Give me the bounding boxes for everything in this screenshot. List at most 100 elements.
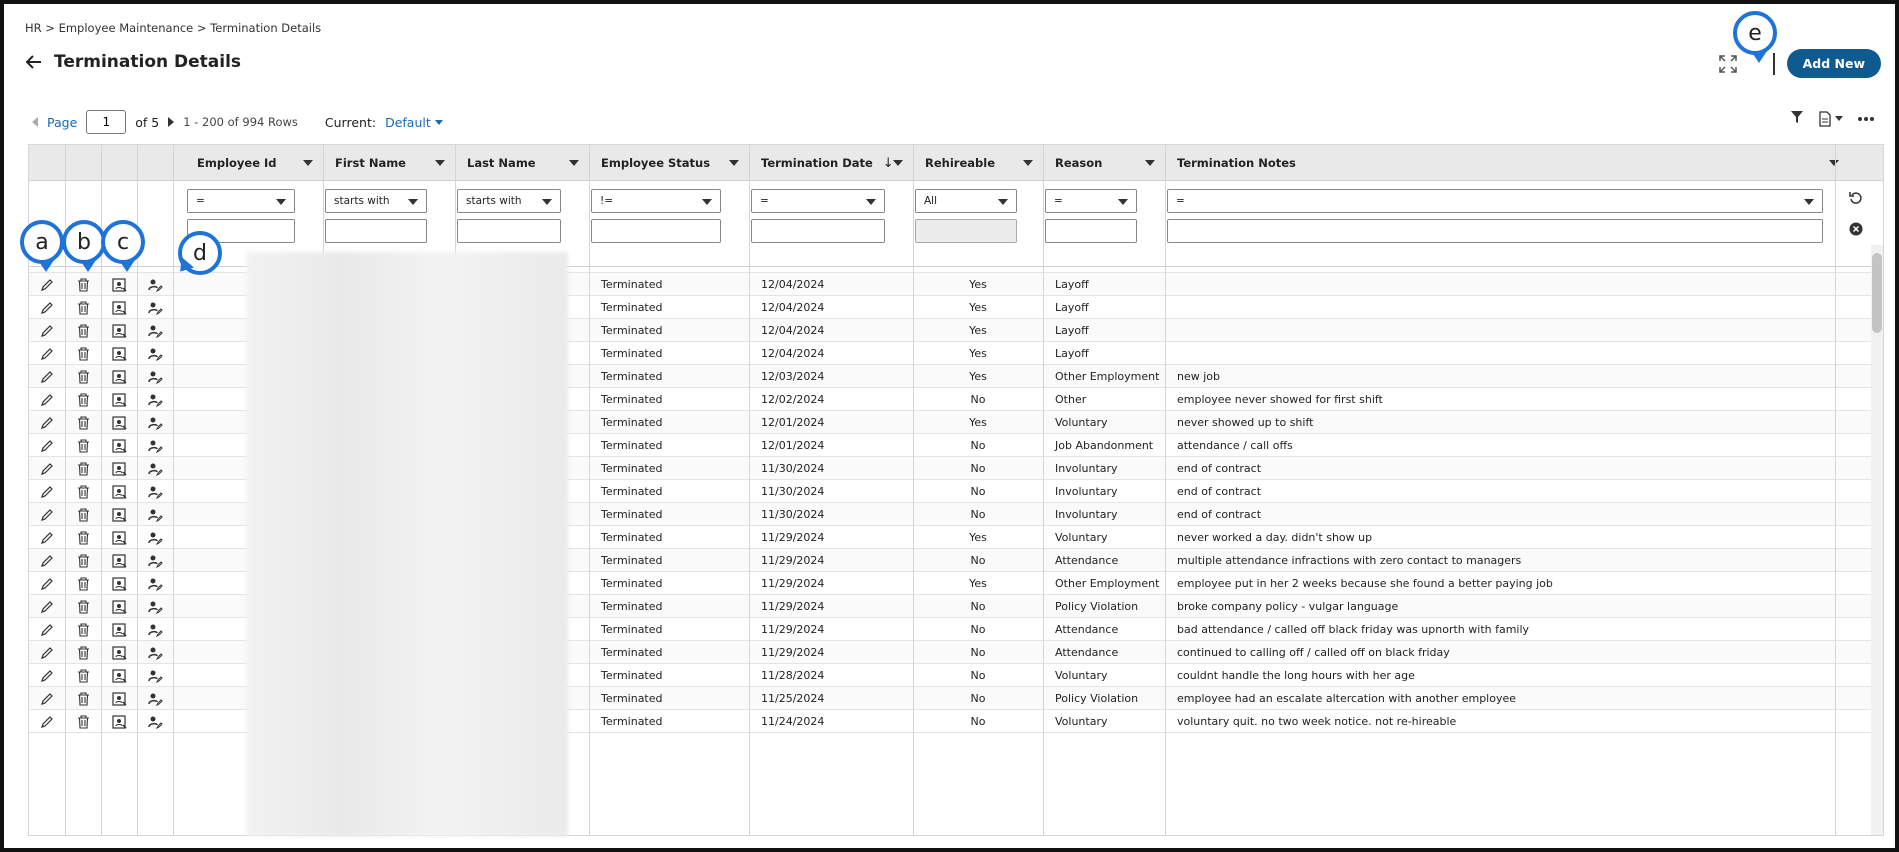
expand-icon[interactable]	[1717, 53, 1739, 75]
view-details-icon[interactable]	[101, 503, 137, 526]
view-details-icon[interactable]	[101, 572, 137, 595]
column-menu-icon[interactable]	[893, 160, 903, 166]
delete-icon[interactable]	[65, 319, 101, 342]
view-details-icon[interactable]	[101, 710, 137, 733]
delete-icon[interactable]	[65, 457, 101, 480]
edit-employee-icon[interactable]	[137, 388, 173, 411]
edit-icon[interactable]	[29, 388, 65, 411]
column-menu-icon[interactable]	[569, 160, 579, 166]
filter-employee-status-input[interactable]	[591, 219, 721, 243]
view-details-icon[interactable]	[101, 365, 137, 388]
filter-employee-id-op[interactable]: =	[187, 189, 295, 213]
edit-employee-icon[interactable]	[137, 273, 173, 296]
view-details-icon[interactable]	[101, 296, 137, 319]
view-details-icon[interactable]	[101, 273, 137, 296]
edit-icon[interactable]	[29, 526, 65, 549]
edit-icon[interactable]	[29, 618, 65, 641]
view-details-icon[interactable]	[101, 457, 137, 480]
col-last-name[interactable]: Last Name	[455, 145, 589, 181]
filter-termination-date-input[interactable]	[751, 219, 885, 243]
view-details-icon[interactable]	[101, 618, 137, 641]
edit-employee-icon[interactable]	[137, 434, 173, 457]
filter-last-name-input[interactable]	[457, 219, 561, 243]
filter-reason-input[interactable]	[1045, 219, 1137, 243]
delete-icon[interactable]	[65, 526, 101, 549]
edit-employee-icon[interactable]	[137, 457, 173, 480]
col-employee-status[interactable]: Employee Status	[589, 145, 749, 181]
column-menu-icon[interactable]	[729, 160, 739, 166]
edit-icon[interactable]	[29, 342, 65, 365]
edit-icon[interactable]	[29, 549, 65, 572]
view-details-icon[interactable]	[101, 411, 137, 434]
reset-filters-icon[interactable]	[1849, 191, 1863, 208]
edit-employee-icon[interactable]	[137, 526, 173, 549]
view-details-icon[interactable]	[101, 526, 137, 549]
edit-icon[interactable]	[29, 710, 65, 733]
edit-employee-icon[interactable]	[137, 503, 173, 526]
page-number-input[interactable]	[86, 110, 127, 134]
edit-employee-icon[interactable]	[137, 595, 173, 618]
clear-filters-icon[interactable]	[1849, 222, 1863, 239]
edit-icon[interactable]	[29, 457, 65, 480]
col-termination-date[interactable]: Termination Date ↓	[749, 145, 913, 181]
edit-employee-icon[interactable]	[137, 572, 173, 595]
delete-icon[interactable]	[65, 411, 101, 434]
view-details-icon[interactable]	[101, 319, 137, 342]
delete-icon[interactable]	[65, 595, 101, 618]
edit-employee-icon[interactable]	[137, 296, 173, 319]
delete-icon[interactable]	[65, 365, 101, 388]
edit-employee-icon[interactable]	[137, 411, 173, 434]
edit-icon[interactable]	[29, 572, 65, 595]
filter-last-name-op[interactable]: starts with	[457, 189, 561, 213]
view-details-icon[interactable]	[101, 388, 137, 411]
edit-employee-icon[interactable]	[137, 480, 173, 503]
delete-icon[interactable]	[65, 503, 101, 526]
view-details-icon[interactable]	[101, 480, 137, 503]
delete-icon[interactable]	[65, 273, 101, 296]
delete-icon[interactable]	[65, 480, 101, 503]
prev-page-icon[interactable]	[32, 117, 38, 127]
edit-icon[interactable]	[29, 664, 65, 687]
filter-termination-date-op[interactable]: =	[751, 189, 885, 213]
delete-icon[interactable]	[65, 710, 101, 733]
edit-employee-icon[interactable]	[137, 687, 173, 710]
filter-termination-notes-op[interactable]: =	[1167, 189, 1823, 213]
edit-icon[interactable]	[29, 296, 65, 319]
column-menu-icon[interactable]	[1023, 160, 1033, 166]
delete-icon[interactable]	[65, 572, 101, 595]
delete-icon[interactable]	[65, 434, 101, 457]
view-details-icon[interactable]	[101, 641, 137, 664]
view-details-icon[interactable]	[101, 549, 137, 572]
filter-first-name-op[interactable]: starts with	[325, 189, 427, 213]
col-reason[interactable]: Reason	[1043, 145, 1165, 181]
column-menu-icon[interactable]	[435, 160, 445, 166]
delete-icon[interactable]	[65, 664, 101, 687]
col-first-name[interactable]: First Name	[323, 145, 455, 181]
edit-employee-icon[interactable]	[137, 664, 173, 687]
edit-employee-icon[interactable]	[137, 710, 173, 733]
delete-icon[interactable]	[65, 549, 101, 572]
edit-icon[interactable]	[29, 641, 65, 664]
delete-icon[interactable]	[65, 687, 101, 710]
filter-reason-op[interactable]: =	[1045, 189, 1137, 213]
edit-employee-icon[interactable]	[137, 549, 173, 572]
next-page-icon[interactable]	[168, 117, 175, 127]
edit-icon[interactable]	[29, 365, 65, 388]
filter-first-name-input[interactable]	[325, 219, 427, 243]
filter-rehireable-op[interactable]: All	[915, 189, 1017, 213]
add-new-button[interactable]: Add New	[1786, 49, 1881, 78]
edit-icon[interactable]	[29, 687, 65, 710]
view-details-icon[interactable]	[101, 687, 137, 710]
edit-icon[interactable]	[29, 319, 65, 342]
delete-icon[interactable]	[65, 342, 101, 365]
filter-employee-status-op[interactable]: !=	[591, 189, 721, 213]
col-employee-id[interactable]: Employee Id	[185, 145, 323, 181]
edit-icon[interactable]	[29, 503, 65, 526]
delete-icon[interactable]	[65, 388, 101, 411]
vertical-scrollbar[interactable]	[1871, 245, 1883, 835]
edit-icon[interactable]	[29, 595, 65, 618]
edit-employee-icon[interactable]	[137, 618, 173, 641]
edit-employee-icon[interactable]	[137, 319, 173, 342]
view-details-icon[interactable]	[101, 595, 137, 618]
back-arrow-icon[interactable]	[24, 52, 44, 72]
